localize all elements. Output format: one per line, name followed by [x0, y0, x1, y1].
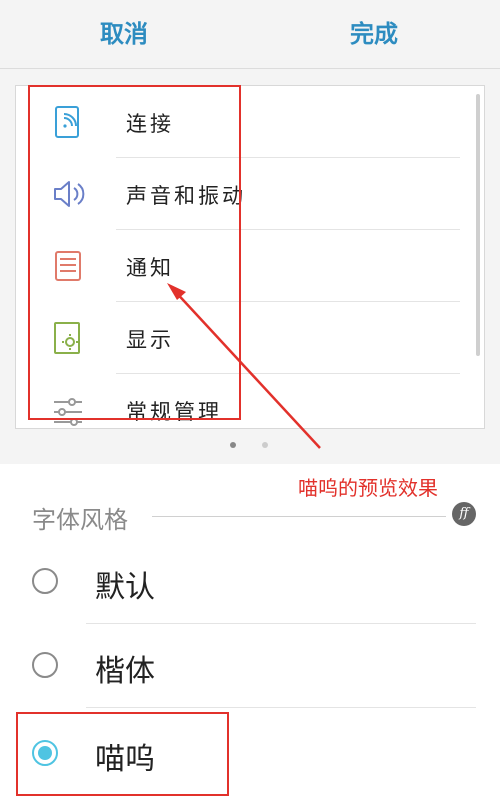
font-option-default[interactable]: 默认	[0, 540, 500, 624]
font-option-label: 楷体	[95, 654, 155, 689]
font-icon[interactable]: ff	[452, 502, 476, 526]
sliders-icon	[54, 398, 82, 426]
font-option-miaowu[interactable]: 喵呜	[0, 712, 500, 796]
preview-item-label: 通知	[126, 256, 174, 280]
radio-button[interactable]	[32, 652, 58, 678]
section-divider	[152, 516, 446, 517]
preview-item-sound[interactable]: 声音和振动	[16, 158, 484, 230]
preview-item-label: 常规管理	[126, 400, 222, 424]
page-dot-active[interactable]	[230, 442, 236, 448]
font-option-label: 喵呜	[95, 742, 155, 777]
display-brightness-icon	[54, 322, 80, 354]
wifi-connection-icon	[55, 106, 79, 138]
radio-button-selected[interactable]	[32, 740, 58, 766]
done-button[interactable]: 完成	[350, 16, 398, 52]
preview-item-connection[interactable]: 连接	[16, 86, 484, 158]
cancel-button[interactable]: 取消	[100, 16, 148, 52]
annotation-text: 喵呜的预览效果	[298, 478, 438, 500]
font-option-kaiti[interactable]: 楷体	[0, 624, 500, 708]
top-bar: 取消 完成	[0, 0, 500, 69]
preview-scrollbar[interactable]	[476, 94, 480, 356]
preview-item-label: 显示	[126, 328, 174, 352]
preview-item-label: 连接	[126, 112, 174, 136]
page-dot[interactable]	[262, 442, 268, 448]
speaker-icon	[54, 181, 85, 207]
divider	[86, 707, 476, 708]
font-option-label: 默认	[95, 570, 155, 605]
font-style-panel: 喵呜的预览效果 字体风格 ff 默认 楷体 喵呜	[0, 464, 500, 800]
radio-button[interactable]	[32, 568, 58, 594]
preview-item-label: 声音和振动	[126, 184, 246, 208]
font-preview-card: 连接 声音和振动 通知 显示 常规管理	[15, 85, 485, 429]
preview-item-display[interactable]: 显示	[16, 302, 484, 374]
notification-icon	[55, 251, 81, 281]
section-title: 字体风格	[32, 506, 128, 534]
preview-item-notification[interactable]: 通知	[16, 230, 484, 302]
preview-item-general[interactable]: 常规管理	[16, 374, 484, 428]
